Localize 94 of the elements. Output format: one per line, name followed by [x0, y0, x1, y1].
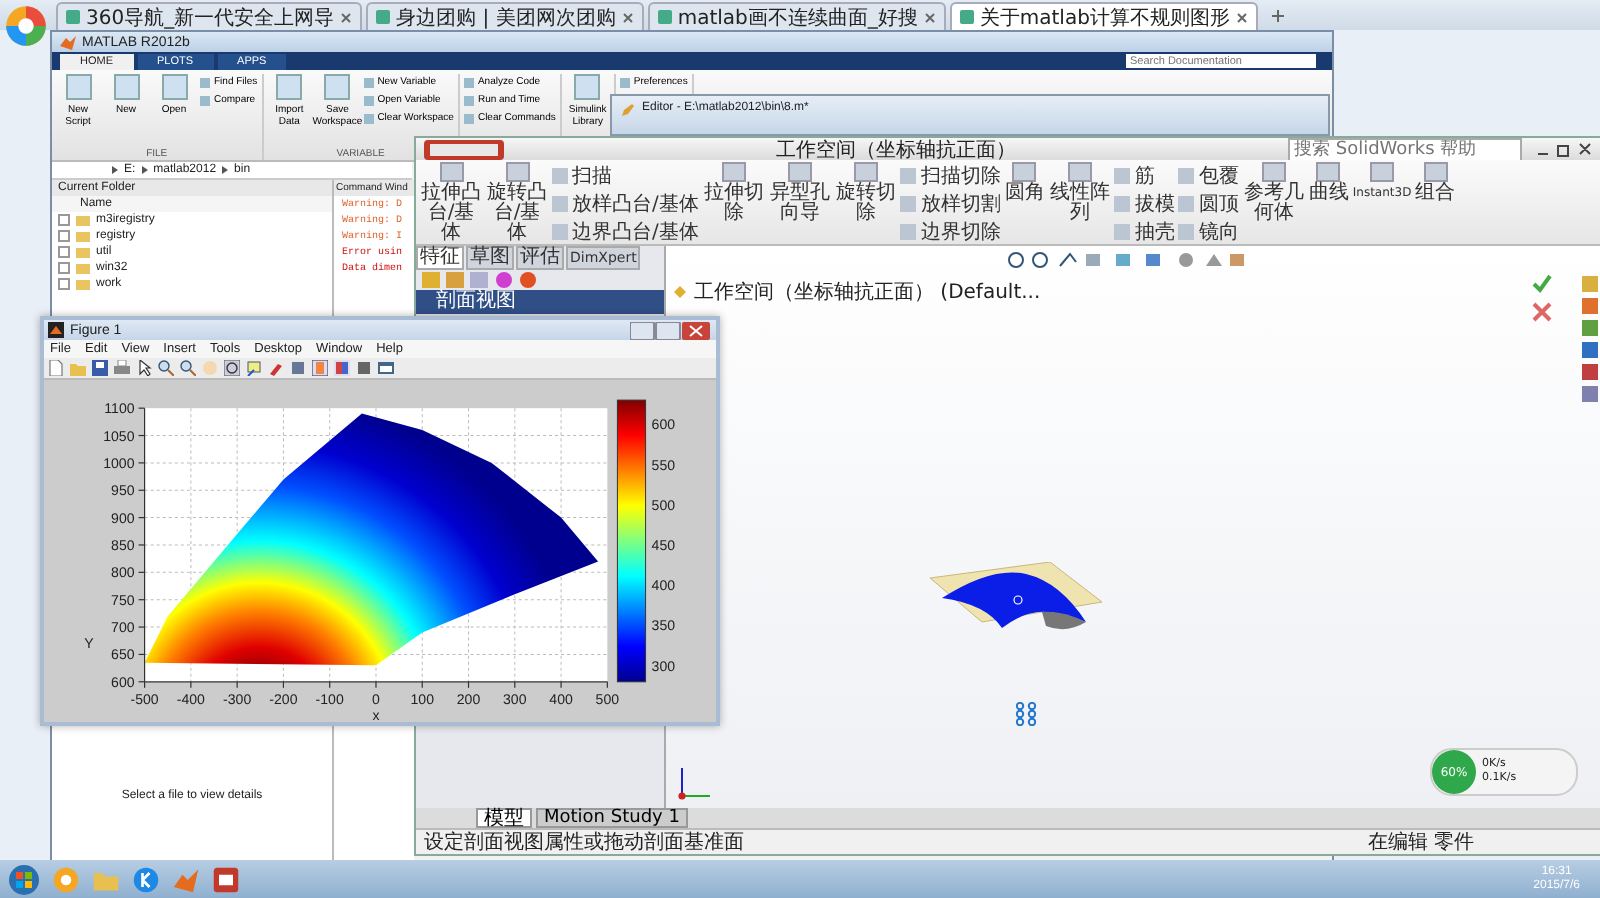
ribbon-button[interactable]: 拉伸切除	[702, 162, 765, 244]
feature-icon	[1067, 162, 1092, 182]
ribbon-button[interactable]: 旋转凸台/基体	[486, 162, 548, 244]
close-icon[interactable]	[621, 11, 634, 23]
check-icon[interactable]	[1532, 274, 1552, 294]
browser-tab[interactable]: 身边团购 | 美团网次团购	[366, 2, 644, 30]
feature-icon	[853, 162, 878, 182]
feature-icon	[1370, 162, 1395, 182]
close-icon[interactable]	[340, 11, 353, 23]
ribbon-button[interactable]: 拉伸凸台/基体	[420, 162, 482, 244]
panel-title: 剖面视图	[416, 290, 664, 314]
legend-icon[interactable]	[334, 359, 350, 376]
ribbon-button[interactable]: 拔模	[1114, 190, 1175, 216]
save-icon[interactable]	[92, 359, 108, 376]
document-icon	[113, 74, 139, 100]
tab[interactable]: 评估	[516, 246, 564, 270]
data-cursor-icon[interactable]	[246, 359, 262, 376]
rotate-icon[interactable]	[224, 359, 240, 376]
window-title: 工作空间（坐标轴抗正面）	[776, 137, 1016, 163]
tab[interactable]: 特征	[416, 246, 464, 270]
ribbon-button[interactable]: 圆角	[1004, 162, 1045, 244]
ribbon-button[interactable]: 镜向	[1178, 218, 1239, 244]
window-controls-icon[interactable]	[1534, 141, 1594, 157]
pencil-icon	[620, 102, 636, 118]
close-icon[interactable]	[923, 11, 936, 23]
zoom-out-icon[interactable]	[180, 359, 196, 376]
ribbon-button[interactable]: 线性阵列	[1048, 162, 1111, 244]
view-toolbar-icons-drawing[interactable]	[1006, 250, 1246, 270]
ribbon-button[interactable]: 放样凸台/基体	[552, 190, 699, 216]
document-icon	[65, 74, 91, 100]
close-icon[interactable]	[1235, 11, 1248, 23]
document-icon	[161, 74, 187, 100]
ribbon-button[interactable]: 异型孔向导	[768, 162, 831, 244]
document-icon	[324, 74, 351, 100]
colorbar-icon[interactable]	[312, 359, 328, 376]
ribbon-button[interactable]: 边界切除	[900, 218, 1001, 244]
document-icon	[276, 74, 303, 100]
chevron-icon	[112, 166, 118, 174]
feature-icon	[787, 162, 812, 182]
ribbon-button[interactable]: 参考几何体	[1242, 162, 1305, 244]
document-icon	[574, 74, 601, 100]
pointer-icon[interactable]	[136, 359, 152, 376]
ribbon-button[interactable]: 抽壳	[1114, 218, 1175, 244]
browser-tab[interactable]: 360导航_新一代安全上网导	[56, 2, 363, 30]
tree-item[interactable]: 工作空间（坐标轴抗正面） (Default...	[694, 278, 1041, 306]
window-controls-icon[interactable]	[630, 321, 710, 340]
feature-icon	[1423, 162, 1448, 182]
selection-handles-icon[interactable]	[1016, 702, 1036, 726]
panel-toolbar-icons-drawing[interactable]	[420, 270, 540, 290]
favicon-icon	[959, 10, 974, 24]
tab[interactable]: 模型	[476, 808, 532, 828]
ribbon-button[interactable]: 筋	[1114, 162, 1175, 188]
ribbon-button[interactable]: 组合	[1415, 162, 1456, 244]
feature-icon	[439, 162, 463, 182]
ribbon-button[interactable]: 旋转切除	[834, 162, 897, 244]
zoom-in-icon[interactable]	[158, 359, 174, 376]
chevron-icon	[222, 166, 229, 174]
start-button-icon[interactable]	[8, 863, 40, 895]
ribbon-button[interactable]: 圆顶	[1178, 190, 1239, 216]
close-icon[interactable]	[1532, 302, 1552, 322]
feature-icon	[1316, 162, 1341, 182]
status-message: 设定剖面视图属性或拖动剖面基准面	[424, 829, 744, 856]
matlab-logo-icon	[48, 322, 64, 339]
new-file-icon[interactable]	[48, 359, 64, 376]
favicon-icon	[376, 10, 391, 24]
ribbon-button[interactable]: 边界凸台/基体	[552, 218, 699, 244]
ribbon-button[interactable]: 扫描切除	[900, 162, 1001, 188]
tab[interactable]: 草图	[466, 246, 514, 270]
ribbon-button[interactable]: 包覆	[1178, 162, 1239, 188]
app-icon[interactable]	[132, 865, 160, 893]
favicon-icon	[66, 10, 80, 24]
feature-icon	[1012, 162, 1037, 182]
browser-icon[interactable]	[52, 865, 80, 893]
ribbon-button[interactable]: 放样切割	[900, 190, 1001, 216]
task-pane-icons-drawing[interactable]	[1580, 274, 1600, 402]
feature-icon	[1261, 162, 1286, 182]
ribbon-button[interactable]: 曲线	[1308, 162, 1349, 244]
browser-tab[interactable]: 关于matlab计算不规则图形	[949, 2, 1258, 30]
browser-logo-icon[interactable]	[4, 4, 48, 48]
browser-tab[interactable]: matlab画不连续曲面_好搜	[647, 2, 946, 30]
dock-icon[interactable]	[378, 359, 394, 376]
new-tab-icon[interactable]	[1269, 8, 1286, 24]
chevron-icon	[141, 166, 148, 174]
document-icon	[619, 77, 630, 87]
ribbon-button[interactable]: 扫描	[552, 162, 699, 188]
feature-icon	[721, 162, 746, 182]
brush-icon[interactable]	[268, 359, 284, 376]
part-icon	[672, 284, 688, 300]
favicon-icon	[657, 10, 672, 24]
status-mode: 在编辑 零件	[1367, 829, 1474, 856]
tab[interactable]: Motion Study 1	[536, 808, 688, 828]
solidworks-icon[interactable]	[212, 865, 240, 893]
feature-icon	[505, 162, 529, 182]
axis-triad-icon	[676, 762, 716, 802]
